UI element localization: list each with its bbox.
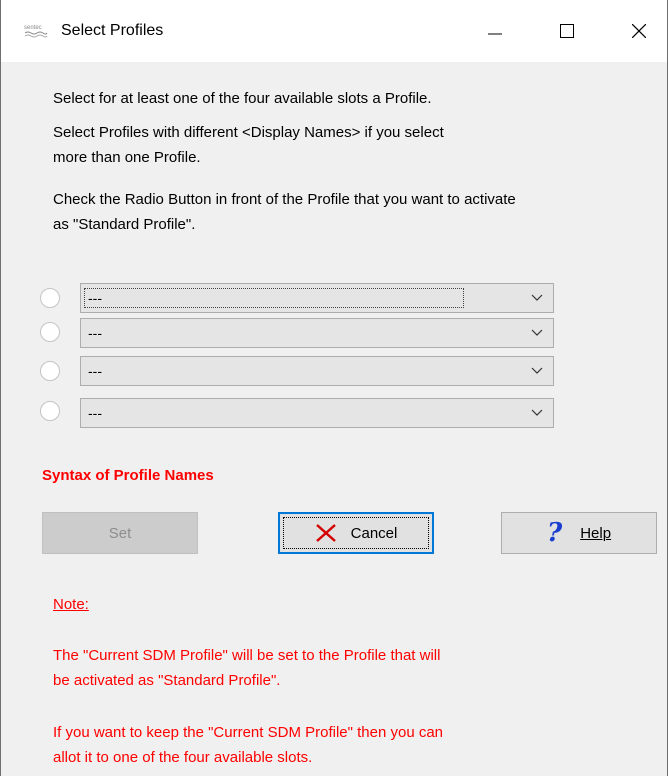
select-profiles-dialog: sentec Select Profiles Select for at lea… bbox=[0, 0, 668, 776]
slot-1-profile-select[interactable]: --- bbox=[80, 283, 554, 313]
slot-1-standard-radio[interactable] bbox=[40, 288, 60, 308]
cancel-button[interactable]: Cancel bbox=[278, 512, 434, 554]
window-title: Select Profiles bbox=[61, 22, 164, 39]
cancel-x-icon bbox=[315, 524, 336, 542]
chevron-down-icon bbox=[531, 409, 543, 416]
note-paragraph-1b: be activated as "Standard Profile". bbox=[53, 672, 281, 689]
minimize-button[interactable] bbox=[465, 0, 525, 62]
cancel-button-label: Cancel bbox=[350, 524, 398, 542]
help-button-label: Help bbox=[580, 524, 612, 542]
instruction-line-1: Select for at least one of the four avai… bbox=[53, 90, 432, 107]
instruction-line-3a: Check the Radio Button in front of the P… bbox=[53, 191, 516, 208]
note-heading: Note: bbox=[53, 596, 89, 613]
instruction-line-2b: more than one Profile. bbox=[53, 149, 201, 166]
app-logo-icon: sentec bbox=[24, 25, 48, 38]
instruction-line-3b: as "Standard Profile". bbox=[53, 216, 196, 233]
close-button[interactable] bbox=[609, 0, 668, 62]
slot-4-standard-radio[interactable] bbox=[40, 401, 60, 421]
slot-3-value: --- bbox=[88, 363, 102, 379]
cancel-focus-rect: Cancel bbox=[283, 517, 429, 549]
set-button[interactable]: Set bbox=[42, 512, 198, 554]
slot-1-value: --- bbox=[84, 288, 464, 308]
minimize-icon bbox=[488, 33, 502, 35]
maximize-icon bbox=[560, 24, 574, 38]
slot-2-standard-radio[interactable] bbox=[40, 322, 60, 342]
slot-4-value: --- bbox=[88, 405, 102, 421]
close-icon bbox=[632, 24, 646, 38]
maximize-button[interactable] bbox=[537, 0, 597, 62]
title-bar[interactable]: sentec Select Profiles bbox=[1, 0, 667, 62]
note-paragraph-2b: allot it to one of the four available sl… bbox=[53, 749, 313, 766]
slot-3-standard-radio[interactable] bbox=[40, 361, 60, 381]
slot-3-profile-select[interactable]: --- bbox=[80, 356, 554, 386]
chevron-down-icon bbox=[531, 367, 543, 374]
chevron-down-icon bbox=[531, 294, 543, 301]
note-paragraph-1a: The "Current SDM Profile" will be set to… bbox=[53, 647, 441, 664]
slot-2-profile-select[interactable]: --- bbox=[80, 318, 554, 348]
note-paragraph-2a: If you want to keep the "Current SDM Pro… bbox=[53, 724, 444, 741]
slot-4-profile-select[interactable]: --- bbox=[80, 398, 554, 428]
syntax-of-profile-names-link[interactable]: Syntax of Profile Names bbox=[42, 467, 214, 484]
svg-text:sentec: sentec bbox=[24, 25, 42, 31]
set-button-label: Set bbox=[108, 524, 132, 542]
chevron-down-icon bbox=[531, 329, 543, 336]
help-button[interactable]: ? Help bbox=[501, 512, 657, 554]
slot-2-value: --- bbox=[88, 325, 102, 341]
instruction-line-2a: Select Profiles with different <Display … bbox=[53, 124, 444, 141]
help-question-icon: ? bbox=[546, 518, 563, 548]
